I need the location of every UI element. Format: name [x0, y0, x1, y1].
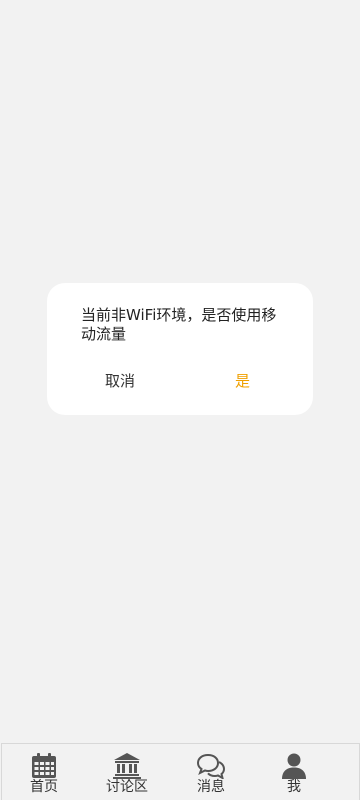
calendar-icon	[32, 753, 56, 778]
dialog-message: 当前非WiFi环境，是否使用移动流量	[81, 306, 277, 343]
wifi-warning-dialog: 当前非WiFi环境，是否使用移动流量 取消 是	[47, 283, 313, 415]
tab-me-label: 我	[287, 779, 301, 795]
bank-icon	[113, 753, 141, 779]
tab-home[interactable]: 首页	[2, 744, 86, 800]
tab-messages-label: 消息	[197, 779, 225, 795]
tab-discussion-label: 讨论区	[106, 779, 148, 795]
user-icon	[282, 753, 306, 779]
chat-bubbles-icon	[197, 753, 225, 779]
bottom-tab-bar: 首页 讨论区 消息 我	[1, 743, 360, 800]
tab-discussion[interactable]: 讨论区	[85, 744, 169, 800]
cancel-button[interactable]: 取消	[105, 369, 135, 393]
tab-home-label: 首页	[30, 779, 58, 795]
tab-messages[interactable]: 消息	[169, 744, 253, 800]
confirm-button[interactable]: 是	[235, 369, 250, 393]
tab-me[interactable]: 我	[252, 744, 336, 800]
